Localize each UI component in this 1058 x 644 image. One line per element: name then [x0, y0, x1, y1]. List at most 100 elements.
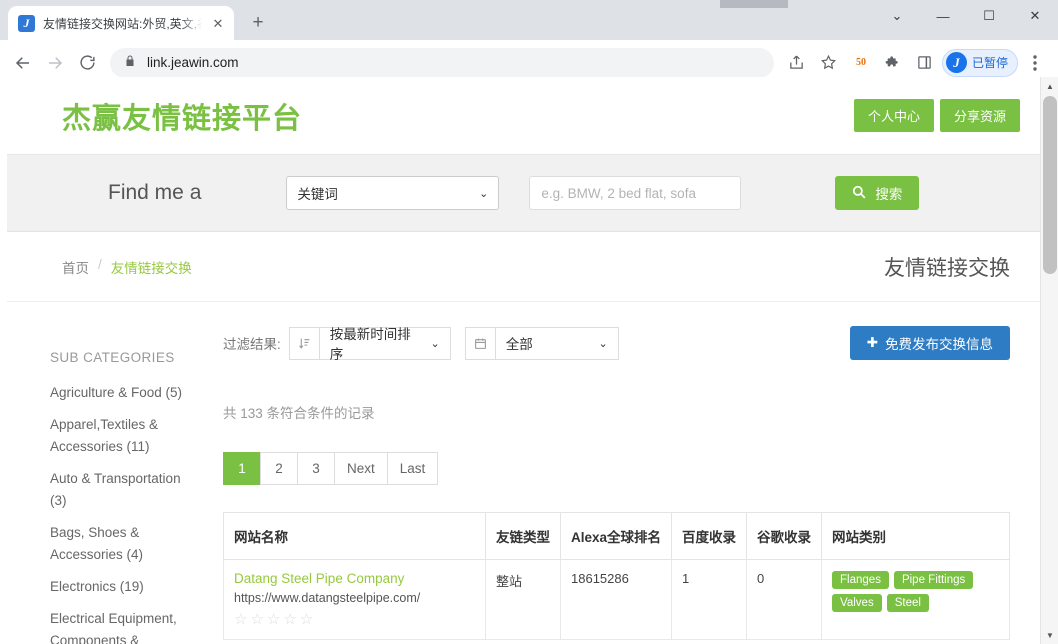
search-category-select[interactable]: 关键词 ⌄ [286, 176, 500, 210]
page-last-button[interactable]: Last [386, 452, 439, 485]
sidebar-item-agriculture[interactable]: Agriculture & Food (5) [50, 382, 198, 404]
maximize-icon[interactable]: ☐ [966, 0, 1012, 32]
page-next-button[interactable]: Next [334, 452, 388, 485]
sort-select-value: 按最新时间排序 [329, 327, 411, 362]
url-text: link.jeawin.com [147, 55, 239, 70]
plus-icon[interactable]: + [244, 9, 272, 37]
profile-badge[interactable]: J 已暂停 [941, 48, 1018, 77]
minimize-icon[interactable]: — [920, 0, 966, 32]
date-filter-group: 全部 ⌄ [464, 326, 619, 360]
filter-label: 过滤结果: [223, 337, 281, 352]
tag-item[interactable]: Steel [886, 594, 929, 612]
breadcrumb-home[interactable]: 首页 [62, 257, 89, 277]
sidebar-item-electrical[interactable]: Electrical Equipment, Components & Telec… [50, 608, 198, 644]
forward-arrow-icon [40, 48, 70, 78]
personal-center-button[interactable]: 个人中心 [853, 99, 934, 132]
site-name-link[interactable]: Datang Steel Pipe Company [234, 571, 475, 586]
browser-tab[interactable]: J 友情链接交换网站:外贸,英文,谷歌 ✕ [8, 6, 234, 40]
profile-status-label: 已暂停 [971, 56, 1008, 70]
publish-button-label: 免费发布交换信息 [885, 337, 993, 352]
address-bar[interactable]: link.jeawin.com [110, 47, 774, 78]
page-2-button[interactable]: 2 [260, 452, 298, 485]
reload-icon[interactable] [72, 48, 102, 78]
lock-icon [124, 54, 136, 72]
page-scrollbar[interactable]: ▲ ▼ [1040, 77, 1058, 644]
sidebar-item-electronics[interactable]: Electronics (19) [50, 576, 198, 598]
sort-icon[interactable] [288, 326, 320, 360]
cell-site-category: Flanges Pipe Fittings Valves Steel [821, 559, 1010, 640]
search-input[interactable]: e.g. BMW, 2 bed flat, sofa [529, 176, 742, 210]
chevron-down-icon[interactable]: ⌄ [874, 0, 920, 32]
tag-item[interactable]: Flanges [832, 571, 889, 589]
sort-select[interactable]: 按最新时间排序 ⌄ [319, 326, 451, 362]
page-viewport: 杰赢友情链接平台 个人中心 分享资源 Find me a 关键词 ⌄ e.g. … [0, 77, 1058, 644]
col-link-type: 友链类型 [485, 512, 561, 560]
extensions-puzzle-icon[interactable] [878, 48, 908, 78]
cell-site-name: Datang Steel Pipe Company https://www.da… [223, 559, 486, 640]
search-button[interactable]: 搜索 [835, 176, 920, 210]
search-category-value: 关键词 [297, 187, 338, 202]
publish-exchange-button[interactable]: ✚ 免费发布交换信息 [849, 326, 1010, 360]
avatar: J [945, 52, 967, 73]
browser-window: J 友情链接交换网站:外贸,英文,谷歌 ✕ + ⌄ — ☐ ✕ link.jea… [0, 0, 1058, 644]
search-input-placeholder: e.g. BMW, 2 bed flat, sofa [541, 185, 696, 201]
site-logo[interactable]: 杰赢友情链接平台 [62, 95, 302, 137]
sidebar-item-apparel[interactable]: Apparel,Textiles & Accessories (11) [50, 414, 198, 458]
chevron-down-icon: ⌄ [598, 337, 608, 350]
close-icon[interactable]: ✕ [210, 15, 226, 31]
sidebar: SUB CATEGORIES Agriculture & Food (5) Ap… [50, 326, 198, 644]
tab-strip: J 友情链接交换网站:外贸,英文,谷歌 ✕ + ⌄ — ☐ ✕ [0, 0, 1058, 40]
sidebar-title: SUB CATEGORIES [50, 350, 175, 365]
cell-link-type: 整站 [485, 559, 561, 640]
date-select[interactable]: 全部 ⌄ [495, 326, 619, 360]
filter-bar: 过滤结果: 按最新时间排序 ⌄ 全部 ⌄ ✚ 免费发布交换信息 [223, 326, 1010, 362]
window-drag-region [720, 0, 788, 8]
chevron-down-icon: ⌄ [430, 337, 440, 350]
site-url[interactable]: https://www.datangsteelpipe.com/ [234, 591, 475, 605]
col-site-name: 网站名称 [223, 512, 486, 560]
cell-google: 0 [746, 559, 823, 640]
window-controls: ⌄ — ☐ ✕ [874, 0, 1058, 32]
calendar-icon[interactable] [464, 326, 496, 360]
results-table: 网站名称 友链类型 Alexa全球排名 百度收录 谷歌收录 网站类别 Datan… [223, 512, 1010, 640]
sidebar-item-auto[interactable]: Auto & Transportation (3) [50, 468, 198, 512]
results-panel: 过滤结果: 按最新时间排序 ⌄ 全部 ⌄ ✚ 免费发布交换信息 共 133 条符… [198, 326, 1010, 644]
tag-item[interactable]: Pipe Fittings [893, 571, 974, 589]
bookmark-star-icon[interactable] [814, 48, 844, 78]
pagination: 1 2 3 Next Last [223, 452, 1010, 485]
search-icon [852, 185, 866, 202]
date-select-value: 全部 [505, 337, 533, 352]
search-button-label: 搜索 [875, 187, 903, 202]
menu-kebab-icon[interactable] [1020, 48, 1050, 78]
breadcrumb-separator: / [98, 256, 102, 272]
col-alexa-rank: Alexa全球排名 [559, 512, 673, 560]
extension-50-icon[interactable]: 50 [846, 48, 876, 78]
web-page: 杰赢友情链接平台 个人中心 分享资源 Find me a 关键词 ⌄ e.g. … [0, 77, 1040, 644]
scroll-down-icon[interactable]: ▼ [1041, 626, 1058, 644]
content-area: SUB CATEGORIES Agriculture & Food (5) Ap… [0, 302, 1040, 644]
rating-stars[interactable]: ☆☆☆☆☆ [234, 610, 475, 628]
page-1-button[interactable]: 1 [223, 452, 261, 485]
tab-title: 友情链接交换网站:外贸,英文,谷歌 [43, 16, 202, 31]
tag-item[interactable]: Valves [832, 594, 882, 612]
page-3-button[interactable]: 3 [297, 452, 335, 485]
close-icon[interactable]: ✕ [1012, 0, 1058, 32]
scrollbar-thumb[interactable] [1043, 96, 1057, 274]
col-google: 谷歌收录 [746, 512, 823, 560]
site-header: 杰赢友情链接平台 个人中心 分享资源 [0, 77, 1040, 155]
col-site-category: 网站类别 [821, 512, 1010, 560]
table-row: Datang Steel Pipe Company https://www.da… [223, 559, 1010, 640]
breadcrumb: 首页 / 友情链接交换 [62, 257, 192, 277]
col-baidu: 百度收录 [671, 512, 748, 560]
sidebar-item-bags[interactable]: Bags, Shoes & Accessories (4) [50, 522, 198, 566]
share-resources-button[interactable]: 分享资源 [939, 99, 1020, 132]
chevron-down-icon: ⌄ [479, 187, 489, 200]
back-arrow-icon[interactable] [8, 48, 38, 78]
side-panel-icon[interactable] [910, 48, 940, 78]
share-icon[interactable] [782, 48, 812, 78]
page-title: 友情链接交换 [884, 256, 1010, 280]
scroll-up-icon[interactable]: ▲ [1041, 77, 1058, 95]
tag-list: Flanges Pipe Fittings Valves Steel [832, 571, 999, 612]
plus-icon: ✚ [866, 335, 878, 350]
breadcrumb-current[interactable]: 友情链接交换 [111, 257, 192, 277]
